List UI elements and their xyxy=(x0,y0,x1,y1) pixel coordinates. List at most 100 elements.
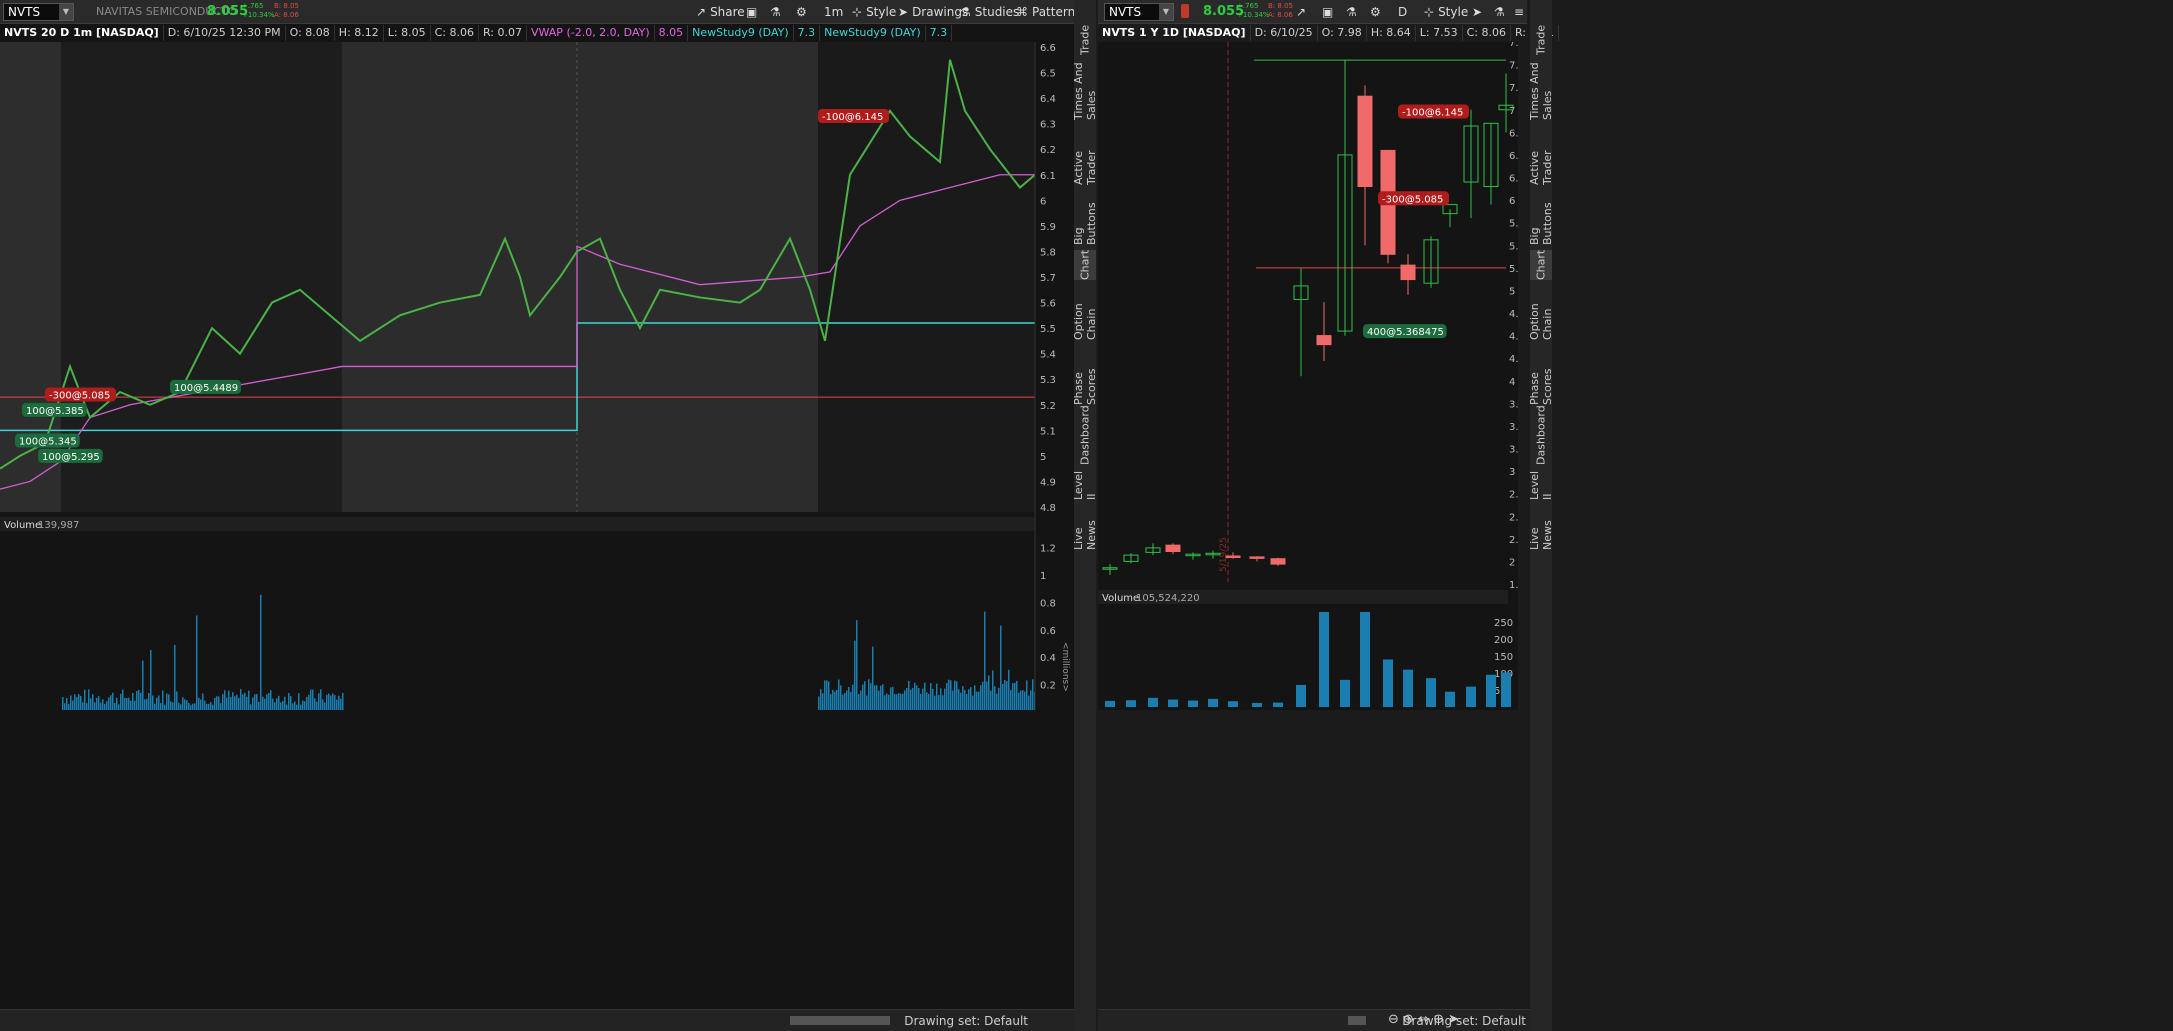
bid-value-right: B: 8.05 xyxy=(1268,2,1293,10)
left-price-chart[interactable]: 6.6 6.5 6.4 6.3 6.2 6.1 6 5.9 5.8 5.7 5.6 5.5 5.4 5.3… xyxy=(0,42,1074,710)
volume-bar xyxy=(308,694,310,710)
volume-bar xyxy=(330,695,332,710)
price-tick-label: 5.9 xyxy=(1040,222,1056,233)
volume-bar xyxy=(1016,680,1018,710)
side-tab-big-buttons[interactable]: Big Buttons xyxy=(1528,190,1554,245)
flask-icon-2[interactable]: ⚗ xyxy=(1490,3,1509,21)
alert-icon[interactable] xyxy=(1181,4,1189,18)
scrollbar-right[interactable] xyxy=(1348,1016,1366,1025)
interval-button[interactable]: 1m xyxy=(820,3,847,21)
price-tick-label: 2.5 xyxy=(1509,512,1518,523)
volume-bar xyxy=(74,694,76,710)
side-tab-phase-scores[interactable]: Phase Scores xyxy=(1528,345,1554,405)
volume-bar xyxy=(1014,682,1016,710)
volume-bar xyxy=(72,700,74,710)
side-tab-dashboard[interactable]: Dashboard xyxy=(1074,405,1096,465)
volume-bar xyxy=(134,700,136,710)
price-tick-label: 6.1 xyxy=(1040,171,1056,182)
share-button[interactable]: ↗ Share xyxy=(692,3,749,21)
order-text: -100@6.145 xyxy=(822,112,883,123)
side-tab-live-news[interactable]: Live News xyxy=(1528,505,1554,550)
volume-bar xyxy=(340,698,342,710)
volume-bar xyxy=(140,692,142,710)
scrollbar[interactable] xyxy=(790,1016,890,1025)
volume-bar xyxy=(238,697,240,710)
chevron-down-icon[interactable]: ▼ xyxy=(59,4,73,20)
chevron-down-icon[interactable]: ▼ xyxy=(1159,4,1173,20)
share-icon[interactable]: ↗ xyxy=(1292,3,1310,21)
side-tab-active-trader[interactable]: Active Trader xyxy=(1528,125,1554,185)
symbol-selector-right[interactable]: NVTS ▼ xyxy=(1104,3,1174,21)
side-tab-chart[interactable]: Chart xyxy=(1074,250,1096,280)
side-tab-active-trader[interactable]: Active Trader xyxy=(1072,125,1098,185)
candle-body xyxy=(1316,335,1332,346)
symbol-text: NVTS xyxy=(8,5,41,19)
side-tab-dashboard[interactable]: Dashboard xyxy=(1530,405,1552,465)
price-tick-label: 4.75 xyxy=(1509,309,1518,320)
price-tick-label: 4.25 xyxy=(1509,354,1518,365)
volume-bar xyxy=(914,682,916,710)
volume-bar xyxy=(224,690,226,710)
side-tab-chart[interactable]: Chart xyxy=(1530,250,1552,280)
volume-bar xyxy=(198,697,200,710)
volume-bar xyxy=(1273,702,1283,707)
volume-bar xyxy=(944,688,946,710)
cursor-icon[interactable]: ➤ xyxy=(1468,3,1486,21)
open-readout-right: O: 7.98 xyxy=(1318,25,1367,41)
candle-body xyxy=(1357,95,1373,188)
menu-icon[interactable]: ≡ xyxy=(1510,3,1528,21)
volume-bar xyxy=(278,695,280,710)
side-tab-option-chain[interactable]: Option Chain xyxy=(1528,285,1554,340)
volume-bar xyxy=(1340,679,1350,707)
volume-bar xyxy=(228,690,230,710)
volume-bar xyxy=(206,703,208,710)
volume-bar xyxy=(236,694,238,710)
gear-icon[interactable]: ⚙ xyxy=(1366,3,1385,21)
side-tab-trade[interactable]: Trade xyxy=(1074,25,1096,55)
style-button[interactable]: ⊹ Style xyxy=(848,3,900,21)
price-tick-label: 7 xyxy=(1509,106,1515,117)
volume-bar xyxy=(908,680,910,710)
side-tab-live-news[interactable]: Live News xyxy=(1072,505,1098,550)
volume-bar xyxy=(850,692,852,710)
study-label-2[interactable]: NewStudy9 (DAY) xyxy=(820,25,926,41)
symbol-selector[interactable]: NVTS ▼ xyxy=(3,3,74,21)
volume-bar xyxy=(290,696,292,710)
volume-bar xyxy=(1024,691,1026,710)
side-tab-level-ii[interactable]: Level II xyxy=(1528,465,1554,500)
volume-bar xyxy=(116,697,118,710)
study-label[interactable]: NewStudy9 (DAY) xyxy=(688,25,794,41)
screenshot-icon[interactable]: ▣ xyxy=(742,3,761,21)
vwap-label[interactable]: VWAP (-2.0, 2.0, DAY) xyxy=(527,25,655,41)
volume-bar xyxy=(930,683,932,710)
side-tab-level-ii[interactable]: Level II xyxy=(1072,465,1098,500)
drawing-set-label[interactable]: Drawing set: Default xyxy=(904,1014,1028,1028)
flask-icon[interactable]: ⚗ xyxy=(766,3,785,21)
volume-bar xyxy=(892,686,894,710)
volume-bar xyxy=(960,692,962,710)
side-tab-big-buttons[interactable]: Big Buttons xyxy=(1072,190,1098,245)
screenshot-icon[interactable]: ▣ xyxy=(1318,3,1337,21)
volume-bar xyxy=(136,691,138,710)
side-tab-option-chain[interactable]: Option Chain xyxy=(1072,285,1098,340)
order-label: -100@6.145 xyxy=(1398,104,1469,119)
style-button-right[interactable]: ⊹ Style xyxy=(1420,3,1472,21)
side-tab-times-and-sales[interactable]: Times And Sales xyxy=(1072,60,1098,120)
low-readout-right: L: 7.53 xyxy=(1416,25,1463,41)
volume-bar xyxy=(80,695,82,710)
volume-bar xyxy=(210,702,212,710)
side-tab-times-and-sales[interactable]: Times And Sales xyxy=(1528,60,1554,120)
volume-bar xyxy=(966,694,968,710)
volume-bar xyxy=(954,680,956,710)
flask-icon[interactable]: ⚗ xyxy=(1342,3,1361,21)
side-tab-trade[interactable]: Trade xyxy=(1530,25,1552,55)
side-tab-phase-scores[interactable]: Phase Scores xyxy=(1072,345,1098,405)
volume-bar xyxy=(882,684,884,710)
gear-icon[interactable]: ⚙ xyxy=(792,3,811,21)
volume-bar xyxy=(120,693,122,710)
interval-button-right[interactable]: D xyxy=(1394,3,1411,21)
interval-label: 1m xyxy=(824,5,844,19)
range-readout: R: 0.07 xyxy=(479,25,527,41)
right-price-chart[interactable]: 7.75 7.5 7.25 7 6.75 6.5 6.25 6 5.75 5.5 5.25 5 4.75… xyxy=(1098,42,1518,710)
drawing-set-label-right[interactable]: Drawing set: Default xyxy=(1402,1014,1526,1028)
